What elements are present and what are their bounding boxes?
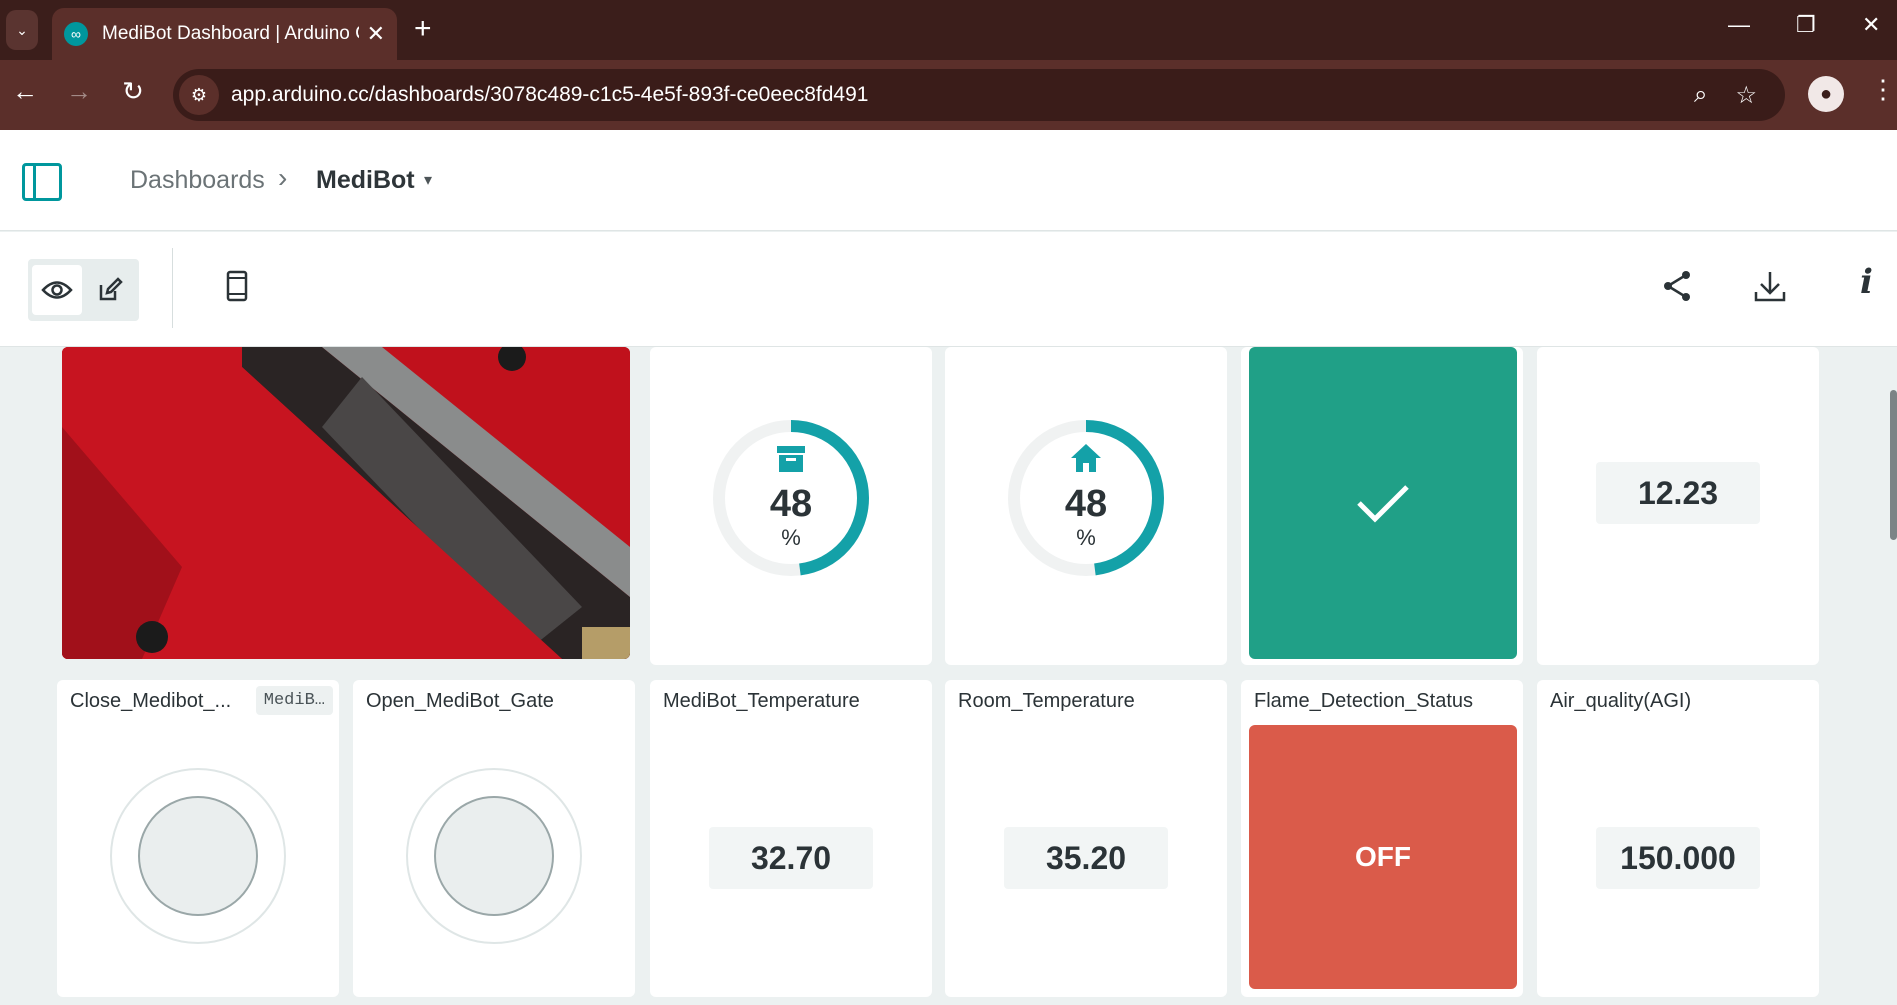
value-widget-air-quality: Air_quality(AGI) 150.000 xyxy=(1537,680,1819,997)
widget-title: Air_quality(AGI) xyxy=(1550,690,1692,712)
download-icon[interactable] xyxy=(1754,270,1786,309)
gauge-widget-1: 48 % xyxy=(650,347,932,665)
widget-title: Close_Medibot_... xyxy=(70,690,232,712)
variable-chip: MediB… xyxy=(255,686,333,715)
push-button-ring xyxy=(406,768,582,944)
status-indicator-ok xyxy=(1249,347,1517,659)
new-tab-button[interactable]: + xyxy=(414,12,432,46)
info-icon[interactable]: i xyxy=(1860,262,1873,302)
address-bar-row: ← → ↻ ⚙ app.arduino.cc/dashboards/3078c4… xyxy=(0,60,1897,130)
gauge-value: 48 xyxy=(1064,483,1108,525)
back-arrow-icon[interactable]: ← xyxy=(8,76,42,107)
gauge-value: 48 xyxy=(769,483,813,525)
gauge-unit: % xyxy=(1076,525,1096,550)
status-widget-top xyxy=(1241,347,1523,665)
url-text[interactable]: app.arduino.cc/dashboards/3078c489-c1c5-… xyxy=(231,83,1694,107)
value-display: 150.000 xyxy=(1596,827,1760,889)
gauge-widget-2: 48 % xyxy=(945,347,1227,665)
home-icon xyxy=(945,443,1227,480)
mobile-view-icon[interactable] xyxy=(226,270,248,309)
camera-image-widget xyxy=(62,347,630,659)
value-widget-medibot-temperature: MediBot_Temperature 32.70 xyxy=(650,680,932,997)
restore-icon[interactable]: ❐ xyxy=(1796,12,1816,38)
push-button-widget-open-gate: Open_MediBot_Gate xyxy=(353,680,635,997)
tab-search-button[interactable]: ⌄ xyxy=(6,10,38,50)
reload-icon[interactable]: ↻ xyxy=(116,76,150,107)
site-info-icon[interactable]: ⚙ xyxy=(179,75,219,115)
omnibox[interactable]: ⚙ app.arduino.cc/dashboards/3078c489-c1c… xyxy=(173,69,1785,121)
toolbar-divider xyxy=(172,248,173,328)
browser-tab[interactable]: ∞ MediBot Dashboard | Arduino C ✕ xyxy=(52,8,397,60)
app-header: Dashboards › MediBot ▾ xyxy=(0,130,1897,231)
widget-title: Open_MediBot_Gate xyxy=(366,690,554,712)
widget-title: MediBot_Temperature xyxy=(663,690,860,712)
dashboard-toolbar: i xyxy=(0,232,1897,347)
minimize-icon[interactable]: — xyxy=(1728,12,1750,38)
widget-title: Flame_Detection_Status xyxy=(1254,690,1474,712)
gauge-unit: % xyxy=(781,525,801,550)
value-widget-top: 12.23 xyxy=(1537,347,1819,665)
breadcrumb-current[interactable]: MediBot xyxy=(316,166,415,195)
sidebar-toggle-icon[interactable] xyxy=(22,163,62,201)
camera-feed-image xyxy=(62,347,630,659)
widget-title: Room_Temperature xyxy=(958,690,1135,712)
status-indicator-off: OFF xyxy=(1249,725,1517,989)
profile-avatar-icon[interactable]: ● xyxy=(1808,76,1844,112)
browser-tab-strip: ⌄ ∞ MediBot Dashboard | Arduino C ✕ + — … xyxy=(0,0,1897,60)
value-widget-room-temperature: Room_Temperature 35.20 xyxy=(945,680,1227,997)
edit-pencil-icon[interactable] xyxy=(85,265,135,315)
zoom-icon[interactable]: ⌕ xyxy=(1694,81,1707,109)
page-scrollbar[interactable] xyxy=(1890,390,1897,540)
mode-toggle xyxy=(28,259,139,321)
arduino-favicon-icon: ∞ xyxy=(64,22,88,46)
forward-arrow-icon[interactable]: → xyxy=(62,76,96,107)
close-window-icon[interactable]: ✕ xyxy=(1862,12,1880,38)
share-icon[interactable] xyxy=(1662,270,1692,309)
archive-box-icon xyxy=(650,445,932,480)
value-display: 12.23 xyxy=(1596,462,1760,524)
browser-menu-icon[interactable]: ⋮ xyxy=(1870,74,1896,105)
push-button-ring xyxy=(110,768,286,944)
breadcrumb-separator: › xyxy=(278,162,288,193)
checkmark-icon xyxy=(1357,485,1409,523)
tab-title: MediBot Dashboard | Arduino C xyxy=(102,23,359,44)
bookmark-star-icon[interactable]: ☆ xyxy=(1735,81,1757,110)
value-display: 32.70 xyxy=(709,827,873,889)
chevron-down-icon[interactable]: ▾ xyxy=(424,170,432,190)
status-widget-flame-detection: Flame_Detection_Status OFF xyxy=(1241,680,1523,997)
value-display: 35.20 xyxy=(1004,827,1168,889)
close-tab-icon[interactable]: ✕ xyxy=(367,21,385,47)
breadcrumb-dashboards[interactable]: Dashboards xyxy=(130,166,265,195)
open-gate-push-button[interactable] xyxy=(434,796,554,916)
view-mode-eye-icon[interactable] xyxy=(32,265,82,315)
push-button-widget-close-gate: Close_Medibot_... MediB… xyxy=(57,680,339,997)
close-gate-push-button[interactable] xyxy=(138,796,258,916)
